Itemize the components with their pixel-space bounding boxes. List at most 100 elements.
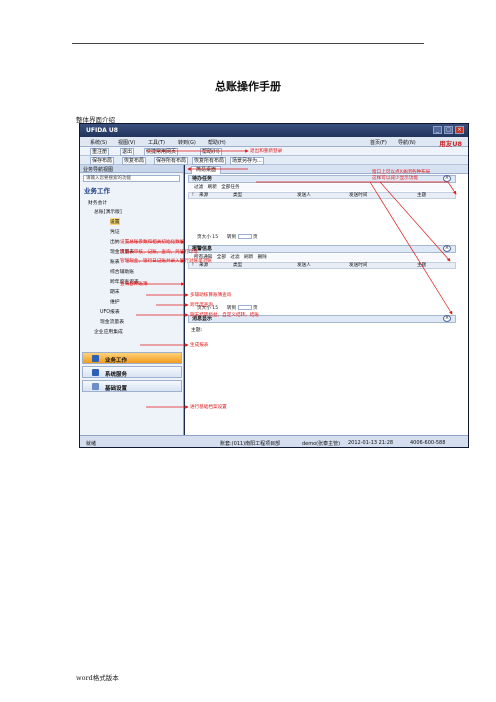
title-bar: UFIDA U8 _ □ × [80,124,468,137]
alert-page-size-value[interactable]: 15 [212,306,218,311]
annotation-exit-login: 退出和重新登录 [250,149,283,154]
save-all-layouts-button[interactable]: 保存所有布局 [154,157,189,165]
tree-ledger[interactable]: 账表 [110,258,120,265]
annotation-cross-year: 跨年度查询 [190,303,213,308]
exit-button[interactable]: 退出 [120,148,135,156]
nav-basic-settings-button[interactable]: 基础设置 [82,380,182,392]
tree-period-end[interactable]: 期末 [110,288,120,295]
annotation-ufo: 生成报表 [190,343,209,348]
todo-filter[interactable]: 过滤 [194,185,203,190]
tree-finance[interactable]: 财务会计 [88,199,107,206]
status-datetime: 2012-01-13 21:28 [348,440,394,446]
save-layout-button[interactable]: 保存布局 [90,157,115,165]
annotation-period-end: 期末结转损益，自定义结转，结账 [190,313,259,318]
business-navigation: 业务导航视图 请输入您要搜索的功能 业务工作 财务会计 总账[演示版] 设置 凭… [80,165,184,435]
tree-cashflow-report[interactable]: 现金流量表 [100,318,124,325]
tree-aux[interactable]: 综合辅助账 [110,268,134,275]
status-user: demo(张泰主管) [302,441,341,447]
tree-gl[interactable]: 总账[演示版] [94,208,122,215]
window-title: UFIDA U8 [86,127,118,134]
todo-page-size-value[interactable]: 15 [212,235,218,240]
todo-col-time: 发送时间 [349,193,368,198]
document-page: 总账操作手册 整体界面介绍 UFIDA U8 _ □ × 系统(S) 视图(V)… [0,0,496,702]
annotation-aux: 多辅助核算账簿查询 [190,293,232,298]
restore-layout-button[interactable]: 恢复布局 [122,157,147,165]
restore-all-layouts-button[interactable]: 恢复所有布局 [192,157,227,165]
todo-page-label: 页 [253,235,258,240]
todo-page-size-label: 页大小 [197,235,211,240]
maximize-icon[interactable]: □ [444,126,453,134]
todo-col-subject: 主题 [417,193,427,198]
document-title: 总账操作手册 [215,80,281,93]
nav-business-label: 业务工作 [105,358,128,364]
home-link[interactable]: 首页(F) [370,139,387,146]
alert-col-sender: 发送人 [297,263,311,268]
alert-col-time: 发送时间 [349,263,368,268]
alert-scope[interactable]: 全部 [217,255,226,260]
tree-eai[interactable]: 企业应用集成 [94,328,123,335]
todo-goto-label: 转到 [226,235,237,240]
alert-page-label: 页 [253,306,258,311]
tree-ufo[interactable]: UFO报表 [100,308,120,315]
status-phone: 4006-600-588 [410,440,446,446]
tree-settings[interactable]: 设置 [110,218,120,225]
basic-settings-icon [92,383,99,390]
nav-system-service-button[interactable]: 系统服务 [82,366,182,378]
todo-goto-input[interactable] [237,234,252,239]
todo-col-source: 来源 [199,193,209,198]
todo-toolbar: 过滤 刷新 全部任务 [188,184,456,191]
tab-simple-desktop[interactable]: 简易桌面 [191,166,222,174]
message-close-icon[interactable]: × [443,315,451,322]
nav-basic-settings-label: 基础设置 [105,386,128,392]
close-icon[interactable]: × [455,126,464,134]
header-rule [72,43,424,44]
minimize-icon[interactable]: _ [433,126,442,134]
alert-delete[interactable]: 删除 [258,255,267,260]
tree-maintenance[interactable]: 维护 [110,298,120,305]
alert-col-subject: 主题 [417,263,427,268]
todo-close-icon[interactable]: × [443,175,451,182]
status-bar: 就绪 账套:(011)南阳工程项目部 demo(张泰主管) 2012-01-13… [80,435,468,447]
status-ready: 就绪 [86,441,97,447]
message-subject-label: 主题: [191,328,203,333]
alert-goto-input[interactable] [237,305,252,310]
annotation-settings: 设置总账参数和相关初始化数据 [120,240,185,245]
alert-col-type: 类型 [233,263,243,268]
business-icon [92,355,99,362]
todo-all-tasks[interactable]: 全部任务 [221,185,239,190]
nav-business-button[interactable]: 业务工作 [82,352,182,364]
todo-grid-header: ! 来源 类型 发送人 发送时间 主题 [188,192,456,199]
alert-toolbar: 所有通知 全部 过滤 刷新 删除 [188,254,456,261]
menu-view[interactable]: 视图(V) [118,139,135,146]
menu-help[interactable]: 帮助(H) [208,139,226,146]
alert-filter[interactable]: 过滤 [230,255,239,260]
todo-col-flag: ! [192,193,194,198]
todo-pager: 页大小 15 转到 页 [197,234,258,240]
annotation-voucher: 填制，审核，记账，查询，凭证打印等 [120,250,199,255]
alert-refresh[interactable]: 刷新 [244,255,253,260]
screenshot-u8-window: UFIDA U8 _ □ × 系统(S) 视图(V) 工具(T) 转到(G) 帮… [79,123,469,448]
save-scene-as-button[interactable]: 场景另存为... [230,157,264,165]
menu-tools[interactable]: 工具(T) [148,139,165,146]
tree-voucher[interactable]: 凭证 [110,228,120,235]
todo-refresh[interactable]: 刷新 [208,185,217,190]
nav-system-service-label: 系统服务 [105,372,128,378]
navigation-link[interactable]: 导航(N) [398,139,416,146]
tree-cashier[interactable]: 出纳 [110,238,120,245]
help-button[interactable]: 帮助(H) [200,148,222,156]
nav-section-title: 业务工作 [84,187,110,195]
annotation-cashier: 管理现金，银行日记账并录入银行对账单对账 [120,259,212,264]
menu-goto[interactable]: 转到(G) [178,139,196,146]
alert-close-icon[interactable]: × [443,245,451,252]
nav-search-input[interactable]: 请输入您要搜索的功能 [83,175,180,182]
toolbar-layout: 保存布局 恢复布局 保存所有布局 恢复所有布局 场景另存为... [80,156,468,165]
alert-grid-header: ! 来源 类型 发送人 发送时间 主题 [188,262,456,269]
relogin-button[interactable]: 重注册 [90,148,110,156]
alert-panel-title: 报警信息 [188,245,456,253]
todo-col-sender: 发送人 [297,193,311,198]
menu-system[interactable]: 系统(S) [90,139,107,146]
alert-goto-label: 转到 [226,306,237,311]
quick-pages-button[interactable]: 快捷常用网页 [144,148,179,156]
nav-header: 业务导航视图 [80,165,183,173]
todo-col-type: 类型 [233,193,243,198]
